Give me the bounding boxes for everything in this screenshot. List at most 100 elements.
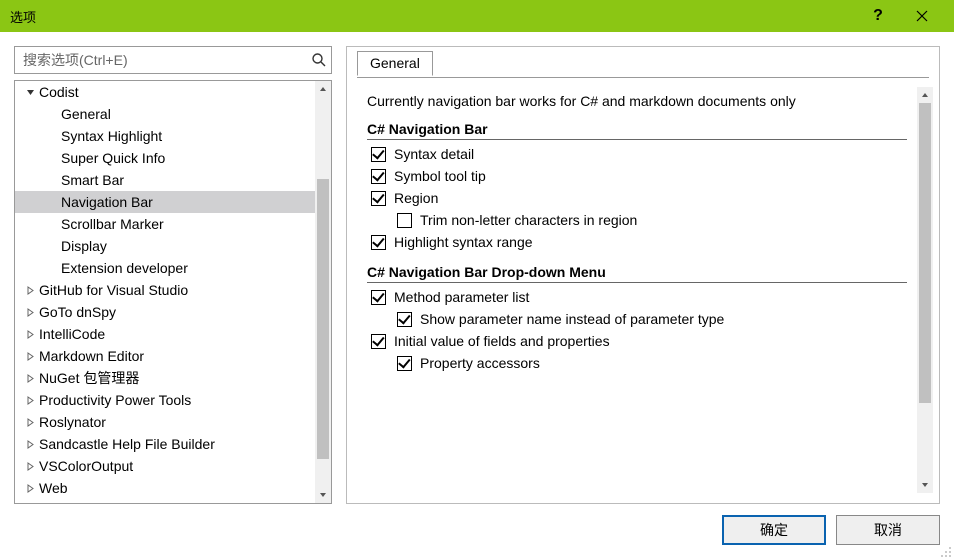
checkbox[interactable] — [371, 334, 386, 349]
tree-item-label: Syntax Highlight — [61, 128, 162, 144]
tree-item-label: Markdown Editor — [39, 348, 144, 364]
tree-item[interactable]: Markdown Editor — [15, 345, 315, 367]
right-pane: General Currently navigation bar works f… — [346, 46, 940, 504]
chevron-right-icon[interactable] — [23, 308, 37, 317]
tree-item-label: General — [61, 106, 111, 122]
chevron-right-icon[interactable] — [23, 484, 37, 493]
panel-scrollbar[interactable] — [917, 87, 933, 493]
checkbox[interactable] — [371, 290, 386, 305]
tree-item-label: Scrollbar Marker — [61, 216, 164, 232]
tree-item[interactable]: Web — [15, 477, 315, 499]
checkbox[interactable] — [371, 169, 386, 184]
tree-item[interactable]: Smart Bar — [15, 169, 315, 191]
option-row: Method parameter list — [371, 289, 907, 305]
scroll-down-icon[interactable] — [917, 477, 933, 493]
option-label: Highlight syntax range — [394, 234, 533, 250]
tree-item[interactable]: Scrollbar Marker — [15, 213, 315, 235]
option-label: Symbol tool tip — [394, 168, 486, 184]
close-icon — [916, 10, 928, 22]
tree-item-label: VSColorOutput — [39, 458, 133, 474]
scroll-up-icon[interactable] — [917, 87, 933, 103]
chevron-right-icon[interactable] — [23, 418, 37, 427]
tree-item-label: Super Quick Info — [61, 150, 165, 166]
checkbox[interactable] — [397, 356, 412, 371]
chevron-right-icon[interactable] — [23, 396, 37, 405]
tree-item-label: Roslynator — [39, 414, 106, 430]
tree-item[interactable]: Roslynator — [15, 411, 315, 433]
search-wrap — [14, 46, 332, 74]
tree-item[interactable]: GitHub for Visual Studio — [15, 279, 315, 301]
chevron-right-icon[interactable] — [23, 374, 37, 383]
chevron-right-icon[interactable] — [23, 462, 37, 471]
tree-item[interactable]: Codist — [15, 81, 315, 103]
section-title: C# Navigation Bar — [367, 121, 907, 140]
close-button[interactable] — [900, 0, 944, 32]
dialog-footer: 确定 取消 — [0, 508, 954, 560]
option-row: Property accessors — [397, 355, 907, 371]
tree-item-label: Productivity Power Tools — [39, 392, 191, 408]
tree-item[interactable]: Sandcastle Help File Builder — [15, 433, 315, 455]
tree-item[interactable]: Productivity Power Tools — [15, 389, 315, 411]
tree-item[interactable]: NuGet 包管理器 — [15, 367, 315, 389]
section-title: C# Navigation Bar Drop-down Menu — [367, 264, 907, 283]
tab-general[interactable]: General — [357, 51, 433, 76]
titlebar: 选项 ? — [0, 0, 954, 32]
tree-item-label: GitHub for Visual Studio — [39, 282, 188, 298]
tree-item[interactable]: VSColorOutput — [15, 455, 315, 477]
options-tree: Codist General Syntax Highlight Super Quick… — [14, 80, 332, 504]
option-row: Syntax detail — [371, 146, 907, 162]
chevron-down-icon[interactable] — [23, 88, 37, 97]
tree-item-label: Sandcastle Help File Builder — [39, 436, 215, 452]
tree-item[interactable]: Navigation Bar — [15, 191, 315, 213]
tree-item-label: Codist — [39, 84, 79, 100]
option-label: Trim non-letter characters in region — [420, 212, 637, 228]
scroll-down-icon[interactable] — [315, 487, 331, 503]
chevron-right-icon[interactable] — [23, 440, 37, 449]
tree-item-label: Navigation Bar — [61, 194, 153, 210]
help-button[interactable]: ? — [856, 0, 900, 32]
option-row: Trim non-letter characters in region — [397, 212, 907, 228]
option-label: Region — [394, 190, 438, 206]
tree-item[interactable]: Syntax Highlight — [15, 125, 315, 147]
checkbox[interactable] — [371, 147, 386, 162]
chevron-right-icon[interactable] — [23, 352, 37, 361]
checkbox[interactable] — [371, 191, 386, 206]
info-text: Currently navigation bar works for C# an… — [367, 93, 907, 109]
scrollbar-thumb[interactable] — [919, 103, 931, 403]
tree-item-label: IntelliCode — [39, 326, 105, 342]
chevron-right-icon[interactable] — [23, 330, 37, 339]
checkbox[interactable] — [397, 312, 412, 327]
checkbox[interactable] — [397, 213, 412, 228]
tree-item-label: Smart Bar — [61, 172, 124, 188]
window-title: 选项 — [10, 7, 856, 26]
left-pane: Codist General Syntax Highlight Super Quick… — [14, 46, 332, 504]
option-row: Symbol tool tip — [371, 168, 907, 184]
option-row: Region — [371, 190, 907, 206]
scroll-up-icon[interactable] — [315, 81, 331, 97]
tree-item-label: Display — [61, 238, 107, 254]
tab-underline — [357, 77, 929, 78]
tree-item[interactable]: General — [15, 103, 315, 125]
resize-grip-icon[interactable] — [940, 546, 952, 558]
tree-item[interactable]: Super Quick Info — [15, 147, 315, 169]
tree-item-label: GoTo dnSpy — [39, 304, 116, 320]
scrollbar-thumb[interactable] — [317, 179, 329, 459]
tab-strip: General — [357, 51, 433, 76]
option-label: Method parameter list — [394, 289, 529, 305]
cancel-button[interactable]: 取消 — [836, 515, 940, 545]
tree-scrollbar[interactable] — [315, 81, 331, 503]
checkbox[interactable] — [371, 235, 386, 250]
ok-button[interactable]: 确定 — [722, 515, 826, 545]
tree-item[interactable]: IntelliCode — [15, 323, 315, 345]
option-label: Syntax detail — [394, 146, 474, 162]
tree-item-label: Web — [39, 480, 68, 496]
option-label: Property accessors — [420, 355, 540, 371]
tree-item-label: Extension developer — [61, 260, 188, 276]
tree-item[interactable]: Display — [15, 235, 315, 257]
chevron-right-icon[interactable] — [23, 286, 37, 295]
search-input[interactable] — [21, 51, 305, 69]
tree-item[interactable]: GoTo dnSpy — [15, 301, 315, 323]
option-label: Show parameter name instead of parameter… — [420, 311, 724, 327]
tree-item[interactable]: Extension developer — [15, 257, 315, 279]
option-row: Highlight syntax range — [371, 234, 907, 250]
